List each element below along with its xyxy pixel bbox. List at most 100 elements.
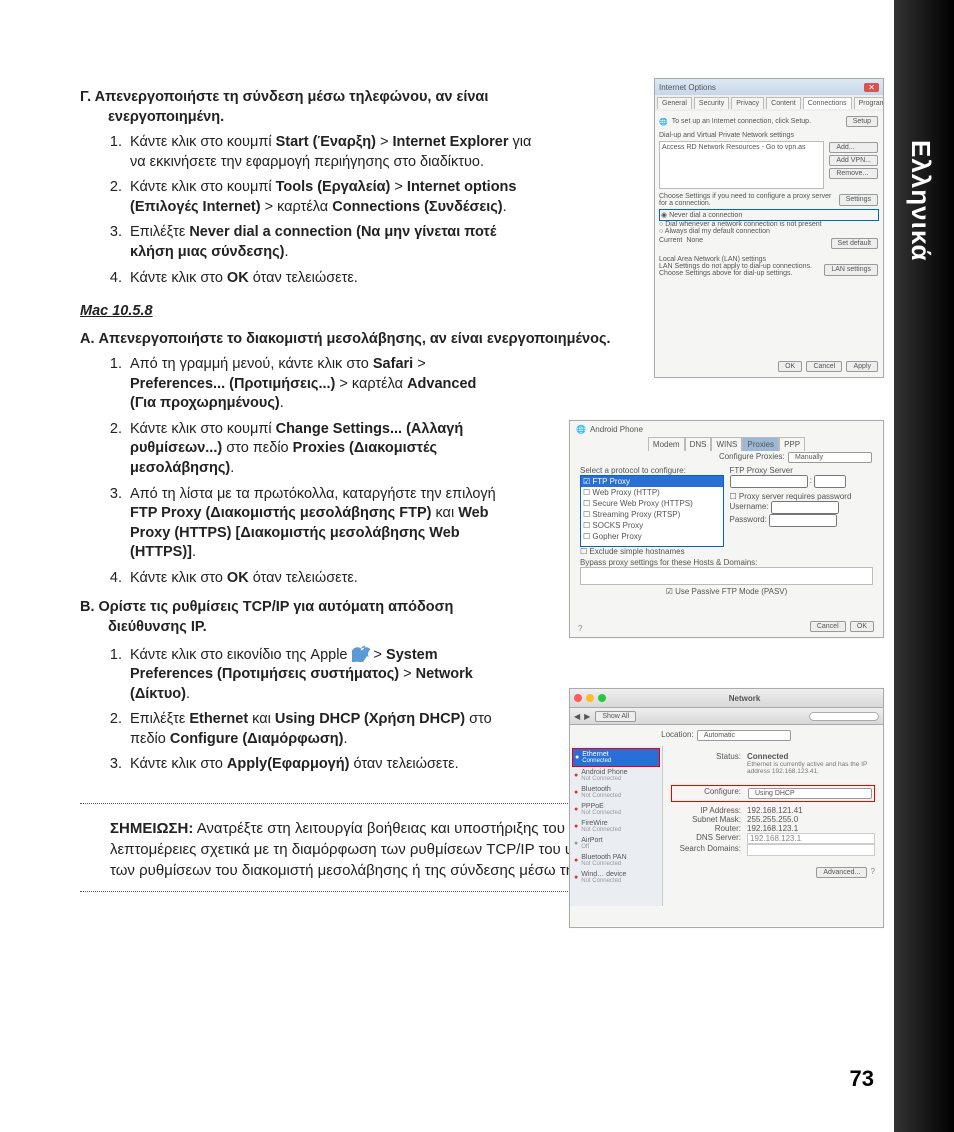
radio-always[interactable]: ○ Always dial my default connection	[659, 228, 879, 235]
tab-programs[interactable]: Programs	[854, 97, 884, 109]
text: .	[284, 244, 288, 260]
radio-never-dial[interactable]: ◉ Never dial a connection	[661, 211, 877, 219]
dns-value[interactable]: 192.168.123.1	[747, 833, 875, 844]
bold: Tools (Εργαλεία)	[276, 179, 391, 195]
proto-http[interactable]: ☐ Web Proxy (HTTP)	[581, 487, 723, 498]
password-label: Password:	[730, 515, 767, 524]
list-item: Από τη γραμμή μενού, κάντε κλικ στο Safa…	[126, 355, 500, 414]
location-select[interactable]: Automatic	[697, 730, 791, 741]
text: Από τη γραμμή μενού, κάντε κλικ στο	[130, 356, 373, 372]
exclude-checkbox[interactable]: ☐ Exclude simple hostnames	[580, 547, 724, 556]
bold: Internet Explorer	[392, 134, 508, 150]
remove-button[interactable]: Remove...	[829, 168, 878, 179]
tab-dns[interactable]: DNS	[685, 437, 712, 451]
proto-ftp[interactable]: ☑ FTP Proxy	[581, 476, 723, 487]
sidebar-item-btpan[interactable]: ●Bluetooth PANNot Connected	[572, 852, 660, 869]
server-input[interactable]	[730, 475, 808, 488]
tab-general[interactable]: General	[657, 97, 692, 109]
text: .	[503, 199, 507, 215]
pasv-checkbox[interactable]: ☑ Use Passive FTP Mode (PASV)	[580, 587, 873, 596]
sidebar-item-airport[interactable]: ●AirPortOff	[572, 835, 660, 852]
zoom-icon[interactable]	[598, 694, 606, 702]
search-input[interactable]	[747, 844, 875, 856]
text: Επιλέξτε	[130, 711, 189, 727]
set-default-button[interactable]: Set default	[831, 238, 878, 249]
tab-ppp[interactable]: PPP	[779, 437, 805, 451]
bypass-label: Bypass proxy settings for these Hosts & …	[580, 558, 873, 567]
radio-label: Always dial my default connection	[665, 228, 770, 235]
help-icon[interactable]: ?	[578, 624, 582, 633]
proto-socks[interactable]: ☐ SOCKS Proxy	[581, 520, 723, 531]
radio-dial-when[interactable]: ○ Dial whenever a network connection is …	[659, 221, 879, 228]
sidebar-item-android[interactable]: ●Android PhoneNot Connected	[572, 767, 660, 784]
forward-icon[interactable]: ▶	[584, 712, 590, 721]
tab-connections[interactable]: Connections	[803, 97, 852, 109]
proto-https[interactable]: ☐ Secure Web Proxy (HTTPS)	[581, 498, 723, 509]
cancel-button[interactable]: Cancel	[806, 361, 842, 372]
text: .	[186, 686, 190, 702]
if-status: Off	[581, 844, 602, 850]
tab-privacy[interactable]: Privacy	[731, 97, 764, 109]
password-checkbox[interactable]: ☐ Proxy server requires password	[730, 492, 874, 501]
text: >	[413, 356, 426, 372]
window-toolbar: Network	[570, 689, 883, 708]
setup-button[interactable]: Setup	[846, 116, 878, 127]
close-icon[interactable]: ✕	[864, 83, 879, 92]
add-vpn-button[interactable]: Add VPN...	[829, 155, 878, 166]
add-button[interactable]: Add...	[829, 142, 878, 153]
bold: Connections (Συνδέσεις)	[332, 199, 502, 215]
tab-proxies[interactable]: Proxies	[742, 437, 779, 451]
ip-value: 192.168.121.41	[747, 806, 803, 815]
minimize-icon[interactable]	[586, 694, 594, 702]
ip-label: IP Address:	[671, 806, 741, 815]
username-input[interactable]	[771, 501, 839, 514]
show-all-button[interactable]: Show All	[595, 711, 636, 722]
text: .	[280, 395, 284, 411]
figure-internet-options: Internet Options ✕ General Security Priv…	[654, 78, 884, 378]
ok-button[interactable]: OK	[778, 361, 802, 372]
proto-label: Gopher Proxy	[592, 532, 641, 541]
ok-button[interactable]: OK	[850, 621, 874, 632]
configure-proxies-select[interactable]: Manually	[788, 452, 872, 463]
lan-heading: Local Area Network (LAN) settings	[659, 256, 879, 263]
help-icon[interactable]: ?	[871, 867, 875, 876]
lan-settings-button[interactable]: LAN settings	[824, 264, 878, 276]
bold: OK	[227, 570, 249, 586]
advanced-button[interactable]: Advanced...	[816, 867, 867, 878]
tab-modem[interactable]: Modem	[648, 437, 685, 451]
proto-gopher[interactable]: ☐ Gopher Proxy	[581, 531, 723, 542]
search-input[interactable]	[809, 712, 879, 721]
list-item: Επιλέξτε Ethernet και Using DHCP (Χρήση …	[126, 710, 500, 749]
settings-button[interactable]: Settings	[839, 194, 878, 206]
close-icon[interactable]	[574, 694, 582, 702]
sidebar-item-bluetooth[interactable]: ●BluetoothNot Connected	[572, 784, 660, 801]
section-a-list: Από τη γραμμή μενού, κάντε κλικ στο Safa…	[80, 355, 500, 588]
proto-rtsp[interactable]: ☐ Streaming Proxy (RTSP)	[581, 509, 723, 520]
tab-content[interactable]: Content	[766, 97, 801, 109]
text: >	[374, 647, 387, 663]
configure-proxies-label: Configure Proxies:	[719, 452, 785, 461]
vpn-entry[interactable]: Access RD Network Resources - Go to vpn.…	[662, 144, 806, 151]
sidebar-item-firewire[interactable]: ●FireWireNot Connected	[572, 818, 660, 835]
list-item: Κάντε κλικ στο εικονίδιο της Apple > Sys…	[126, 644, 500, 705]
password-input[interactable]	[769, 514, 837, 527]
port-input[interactable]	[814, 475, 846, 488]
configure-select[interactable]: Using DHCP	[748, 788, 872, 799]
bold: Start (Έναρξη)	[276, 134, 376, 150]
bypass-input[interactable]	[580, 567, 873, 585]
sidebar-item-wind[interactable]: ●Wind… deviceNot Connected	[572, 869, 660, 886]
checkbox-label: Proxy server requires password	[739, 492, 851, 501]
cancel-button[interactable]: Cancel	[810, 621, 846, 632]
tab-security[interactable]: Security	[694, 97, 729, 109]
mask-value: 255.255.255.0	[747, 815, 798, 824]
sidebar-item-pppoe[interactable]: ●PPPoENot Connected	[572, 801, 660, 818]
back-icon[interactable]: ◀	[574, 712, 580, 721]
apply-button[interactable]: Apply	[846, 361, 878, 372]
tab-wins[interactable]: WINS	[711, 437, 742, 451]
text: Κάντε κλικ στο κουμπί	[130, 179, 276, 195]
sidebar-item-ethernet[interactable]: ●EthernetConnected	[572, 748, 660, 767]
list-item: Κάντε κλικ στο κουμπί Start (Έναρξη) > I…	[126, 133, 540, 172]
window-titlebar[interactable]: Internet Options ✕	[655, 79, 883, 95]
if-name: Android Phone	[581, 769, 627, 776]
text: Κάντε κλικ στο	[130, 570, 227, 586]
